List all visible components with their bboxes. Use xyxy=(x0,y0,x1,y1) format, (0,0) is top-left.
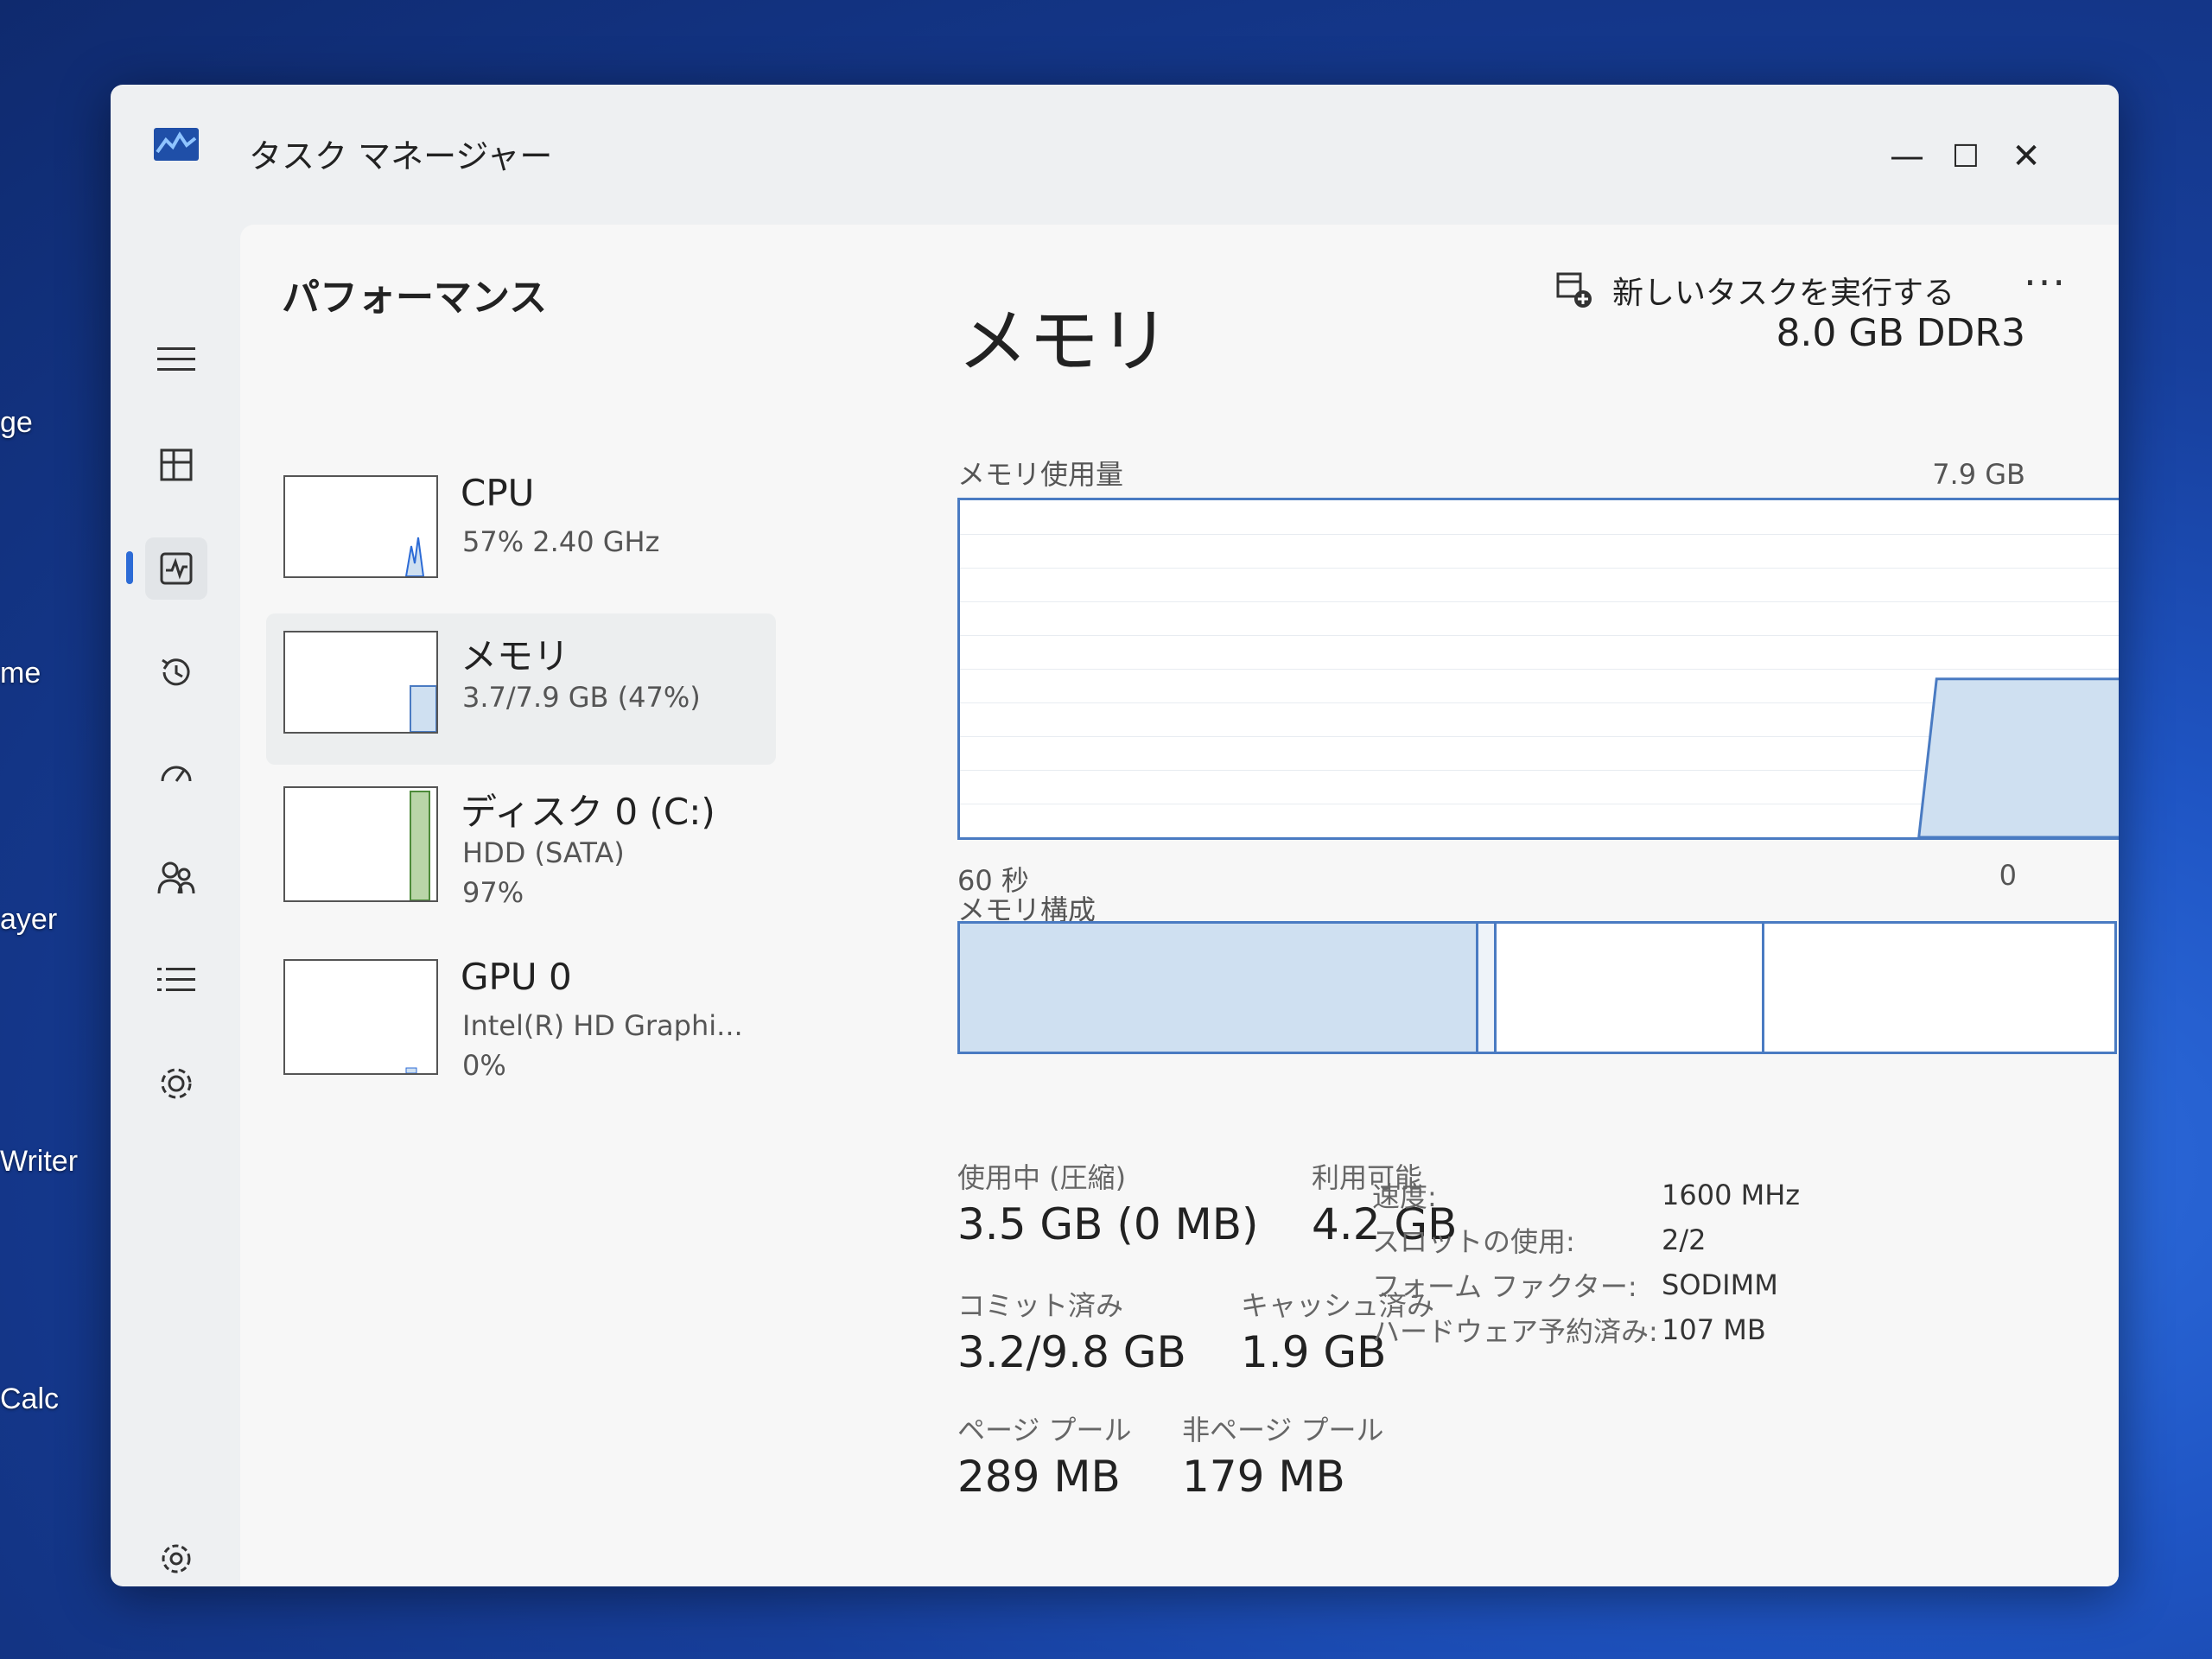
resource-name: GPU 0 xyxy=(461,956,572,998)
nonpaged-pool-value: 179 MB xyxy=(1182,1452,1345,1502)
task-manager-window: タスク マネージャー — ✕ ☐ パフォーマンス 新しいタスクを実行する ···… xyxy=(111,85,2119,1586)
new-task-icon xyxy=(1556,272,1592,308)
resource-detail: 57% 2.40 GHz xyxy=(462,525,660,558)
prop-hw-reserved-value: 107 MB xyxy=(1662,1313,1766,1346)
title-bar[interactable]: タスク マネージャー — ✕ ☐ xyxy=(111,85,2119,225)
committed-value: 3.2/9.8 GB xyxy=(957,1327,1186,1377)
desktop-label[interactable]: ayer xyxy=(0,903,57,937)
memory-usage-area xyxy=(1917,677,2119,837)
memory-spec: 8.0 GB DDR3 xyxy=(1776,311,2025,355)
resource-usage: 0% xyxy=(462,1049,506,1082)
cpu-thumbnail xyxy=(283,475,438,578)
resource-name: メモリ xyxy=(461,635,570,677)
desktop-label[interactable]: ge xyxy=(0,406,33,440)
navigation-rail xyxy=(111,225,240,1586)
hamburger-icon xyxy=(157,347,195,371)
details-icon xyxy=(157,968,195,991)
paged-pool-value: 289 MB xyxy=(957,1452,1121,1502)
maximize-button[interactable]: ☐ xyxy=(1936,126,1996,187)
nav-settings[interactable] xyxy=(145,1528,207,1586)
usage-graph-label: メモリ使用量 xyxy=(957,458,1124,491)
run-new-task-button[interactable]: 新しいタスクを実行する xyxy=(1555,268,1955,313)
prop-form-factor-label: フォーム ファクター: xyxy=(1372,1270,1637,1303)
nav-processes[interactable] xyxy=(145,434,207,496)
gpu-thumbnail xyxy=(283,959,438,1075)
composition-modified xyxy=(1478,924,1497,1052)
nav-users[interactable] xyxy=(145,847,207,909)
prop-hw-reserved-label: ハードウェア予約済み: xyxy=(1372,1315,1658,1348)
hamburger-menu-button[interactable] xyxy=(145,328,207,391)
close-button[interactable]: ✕ xyxy=(1996,126,2056,187)
graph-axis-right: 0 xyxy=(1999,859,2017,892)
memory-thumbnail xyxy=(283,631,438,734)
nav-app-history[interactable] xyxy=(145,641,207,703)
in-use-label: 使用中 (圧縮) xyxy=(957,1161,1127,1194)
nav-performance[interactable] xyxy=(145,537,207,600)
memory-composition-bar xyxy=(957,921,2117,1054)
nav-startup[interactable] xyxy=(145,743,207,805)
resource-usage: 97% xyxy=(462,876,524,909)
desktop-label[interactable]: Calc xyxy=(0,1382,59,1416)
resource-disk[interactable]: ディスク 0 (C:) HDD (SATA) 97% xyxy=(266,769,776,920)
page-title: パフォーマンス xyxy=(282,276,548,320)
detail-title: メモリ xyxy=(957,301,1171,383)
resource-detail: Intel(R) HD Graphi... xyxy=(462,1009,743,1042)
resource-name: CPU xyxy=(461,472,535,514)
app-history-icon xyxy=(162,658,190,686)
usage-graph-max: 7.9 GB xyxy=(1932,458,2025,491)
disk-thumbnail xyxy=(283,786,438,902)
prop-slots-label: スロットの使用: xyxy=(1372,1225,1575,1258)
more-options-button[interactable]: ··· xyxy=(2024,259,2067,306)
composition-in-use xyxy=(960,924,1478,1052)
resource-name: ディスク 0 (C:) xyxy=(461,791,715,833)
prop-slots-value: 2/2 xyxy=(1662,1224,1707,1256)
nav-details[interactable] xyxy=(145,949,207,1011)
desktop-label[interactable]: me xyxy=(0,657,41,690)
resource-memory[interactable]: メモリ 3.7/7.9 GB (47%) xyxy=(266,613,776,765)
prop-form-factor-value: SODIMM xyxy=(1662,1268,1778,1301)
performance-icon xyxy=(160,552,193,585)
composition-standby xyxy=(1497,924,1764,1052)
nav-active-indicator xyxy=(126,551,133,584)
prop-speed-value: 1600 MHz xyxy=(1662,1179,1801,1211)
task-manager-app-icon xyxy=(154,128,199,161)
window-title: タスク マネージャー xyxy=(249,137,553,175)
processes-icon xyxy=(160,448,193,481)
resource-detail: HDD (SATA) xyxy=(462,836,625,869)
minimize-button[interactable]: — xyxy=(1877,126,1937,187)
resource-cpu[interactable]: CPU 57% 2.40 GHz xyxy=(266,458,776,609)
prop-speed-label: 速度: xyxy=(1372,1180,1437,1213)
settings-icon xyxy=(162,1544,191,1573)
nonpaged-pool-label: 非ページ プール xyxy=(1182,1414,1384,1446)
in-use-value: 3.5 GB (0 MB) xyxy=(957,1199,1259,1249)
nav-services[interactable] xyxy=(145,1052,207,1115)
committed-label: コミット済み xyxy=(957,1289,1124,1322)
services-icon xyxy=(161,1068,192,1099)
users-icon xyxy=(157,861,195,894)
startup-icon xyxy=(161,766,192,782)
desktop-label[interactable]: Writer xyxy=(0,1145,78,1179)
memory-usage-graph xyxy=(957,498,2119,840)
resource-gpu[interactable]: GPU 0 Intel(R) HD Graphi... 0% xyxy=(266,942,776,1093)
run-new-task-label: 新しいタスクを実行する xyxy=(1611,276,1955,311)
cached-value: 1.9 GB xyxy=(1241,1327,1387,1377)
resource-detail: 3.7/7.9 GB (47%) xyxy=(462,681,701,714)
performance-page: パフォーマンス 新しいタスクを実行する ··· CPU 57% 2.40 GHz… xyxy=(240,225,2119,1586)
paged-pool-label: ページ プール xyxy=(957,1414,1132,1446)
